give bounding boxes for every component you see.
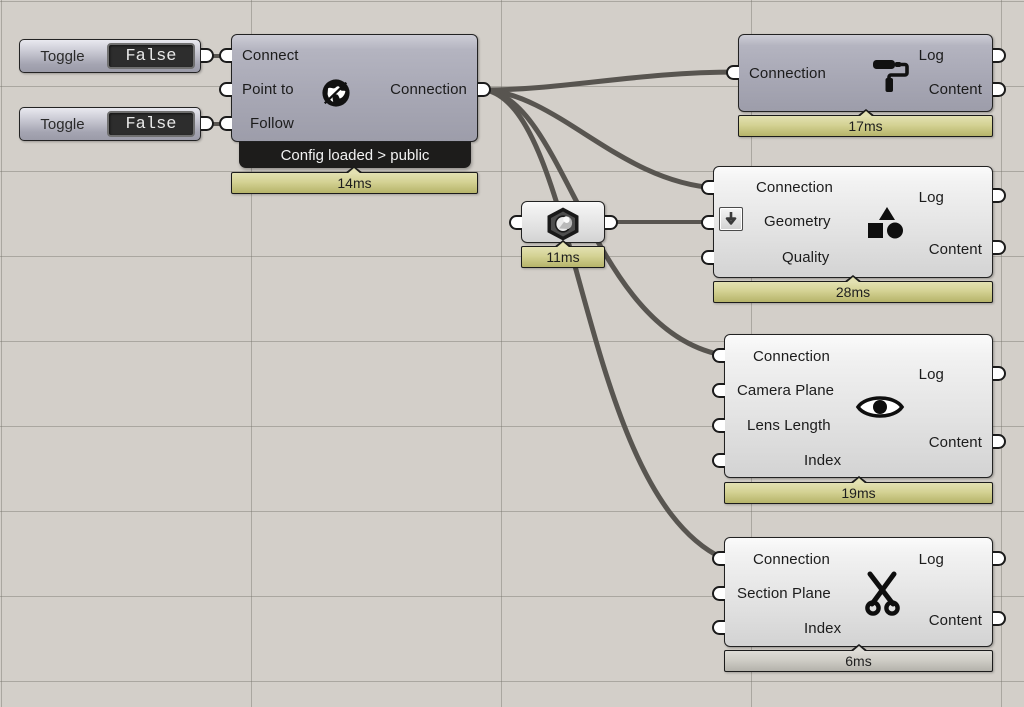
node-section-timing-bar: 6ms (724, 644, 993, 672)
node-connect-input-1-label: Point to (242, 81, 294, 98)
node-paint-input-port-0[interactable] (726, 65, 739, 80)
node-geometry-input-port-2[interactable] (701, 250, 714, 265)
node-camera-output-port-1[interactable] (993, 434, 1006, 449)
paint-roller-icon (869, 54, 911, 96)
node-camera[interactable]: Connection Camera Plane Lens Length Inde… (724, 334, 993, 478)
timing-notch-inner (556, 242, 570, 248)
toggle-2-output-port[interactable] (201, 116, 214, 131)
globe-icon (320, 77, 352, 109)
node-geometry[interactable]: Connection Geometry Quality Log Content (713, 166, 993, 278)
node-geometry-output-port-0[interactable] (993, 188, 1006, 203)
toggle-2-value[interactable]: False (107, 111, 195, 137)
node-connect-input-port-1[interactable] (219, 82, 232, 97)
wire-connect-geometry (483, 87, 719, 191)
node-connect-timing-label: 14ms (337, 175, 372, 191)
node-geometry-pipe-timing-bar: 11ms (521, 240, 605, 268)
node-camera-input-0-label: Connection (753, 348, 830, 365)
shapes-icon (864, 203, 908, 245)
node-paint-output-port-0[interactable] (993, 48, 1006, 63)
eye-icon (855, 390, 905, 424)
node-paint-output-port-1[interactable] (993, 82, 1006, 97)
node-camera-output-port-0[interactable] (993, 366, 1006, 381)
timing-notch-inner (347, 168, 361, 174)
node-camera-input-port-0[interactable] (712, 348, 725, 363)
flatten-button-geometry[interactable] (719, 207, 743, 231)
node-section-input-port-2[interactable] (712, 620, 725, 635)
node-paint-input-0-label: Connection (749, 65, 826, 82)
toggle-widget-2[interactable]: Toggle False (19, 107, 201, 141)
hex-nut-icon (544, 206, 582, 242)
arrow-down-icon (725, 212, 737, 225)
node-geometry-input-port-0[interactable] (701, 180, 714, 195)
node-camera-output-0-label: Log (918, 366, 944, 383)
node-section-output-port-1[interactable] (993, 611, 1006, 626)
toggle-1-output-port[interactable] (201, 48, 214, 63)
node-camera-input-2-label: Lens Length (747, 417, 831, 434)
node-section-input-0-label: Connection (753, 551, 830, 568)
node-connect-output-port-0[interactable] (478, 82, 491, 97)
node-camera-input-3-label: Index (804, 452, 842, 469)
toggle-1-label: Toggle (40, 47, 85, 65)
node-camera-timing-bar: 19ms (724, 476, 993, 504)
node-camera-input-port-3[interactable] (712, 453, 725, 468)
node-section-output-1-label: Content (928, 612, 982, 629)
node-camera-input-port-2[interactable] (712, 418, 725, 433)
node-section-output-port-0[interactable] (993, 551, 1006, 566)
node-geometry-output-port-1[interactable] (993, 240, 1006, 255)
node-geometry-timing-label: 28ms (835, 284, 871, 300)
toggle-1-value[interactable]: False (107, 43, 195, 69)
node-paint[interactable]: Connection Log Content (738, 34, 993, 112)
node-geometry-pipe-input-port-0[interactable] (509, 215, 522, 230)
node-geometry-input-2-label: Quality (782, 249, 830, 266)
node-paint-timing-bar: 17ms (738, 109, 993, 137)
node-geometry-pipe[interactable] (521, 201, 605, 243)
timing-notch-inner (852, 646, 866, 652)
timing-notch-inner (846, 277, 860, 283)
node-section-output-0-label: Log (918, 551, 944, 568)
node-camera-output-1-label: Content (928, 434, 982, 451)
node-editor-canvas[interactable]: Toggle False Toggle False Connect Point … (0, 0, 1024, 707)
node-geometry-output-0-label: Log (918, 189, 944, 206)
node-connect-output-0-label: Connection (390, 81, 467, 98)
node-connect-input-port-2[interactable] (219, 116, 232, 131)
node-connect-runtime-message: Config loaded > public (239, 142, 471, 168)
node-paint-output-0-label: Log (918, 47, 944, 64)
node-paint-output-1-label: Content (928, 81, 982, 98)
node-geometry-input-0-label: Connection (756, 179, 833, 196)
node-paint-timing-label: 17ms (848, 118, 883, 134)
node-camera-timing-label: 19ms (841, 485, 876, 501)
toggle-2-label: Toggle (40, 115, 85, 133)
node-geometry-pipe-output-port-0[interactable] (605, 215, 618, 230)
node-section-input-2-label: Index (804, 620, 842, 637)
node-camera-input-1-label: Camera Plane (737, 382, 835, 399)
node-geometry-output-1-label: Content (928, 241, 982, 258)
node-connect-input-0-label: Connect (242, 47, 299, 64)
wire-connect-paint (483, 69, 739, 93)
node-geometry-input-1-label: Geometry (764, 213, 831, 230)
node-section-input-port-1[interactable] (712, 586, 725, 601)
node-geometry-timing-bar: 28ms (713, 275, 993, 303)
timing-notch-inner (852, 478, 866, 484)
node-connect-input-2-label: Follow (250, 115, 294, 132)
scissors-icon (861, 568, 905, 616)
node-section[interactable]: Connection Section Plane Index Log Conte… (724, 537, 993, 647)
node-section-timing-label: 6ms (845, 653, 872, 669)
node-camera-input-port-1[interactable] (712, 383, 725, 398)
node-connect[interactable]: Connect Point to Follow Connection (231, 34, 478, 142)
wire-connect-section (483, 87, 725, 561)
node-connect-input-port-0[interactable] (219, 48, 232, 63)
node-geometry-pipe-timing-label: 11ms (546, 249, 580, 265)
node-geometry-input-port-1[interactable] (701, 215, 714, 230)
toggle-widget-1[interactable]: Toggle False (19, 39, 201, 73)
node-section-input-1-label: Section Plane (737, 585, 831, 602)
node-connect-timing-bar: 14ms (231, 166, 478, 194)
node-section-input-port-0[interactable] (712, 551, 725, 566)
timing-notch-inner (859, 111, 873, 117)
